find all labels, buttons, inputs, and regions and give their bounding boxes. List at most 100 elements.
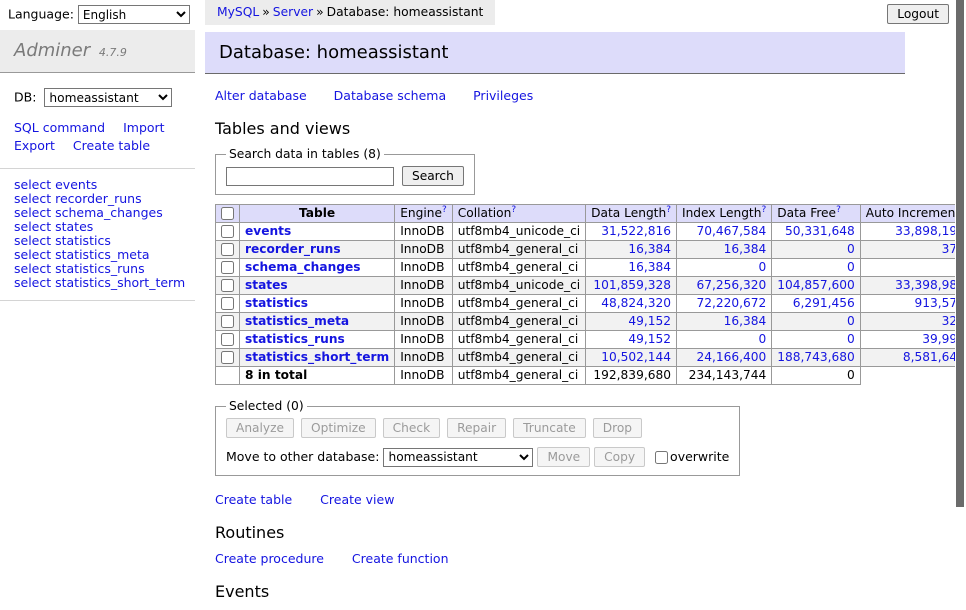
tables-table: TableEngine?Collation?Data Length?Index … <box>215 204 966 385</box>
breadcrumb-mysql-link[interactable]: MySQL <box>217 5 259 19</box>
table-name-link[interactable]: recorder_runs <box>245 242 341 256</box>
column-help-link[interactable]: ? <box>666 205 671 215</box>
data-length-link[interactable]: 16,384 <box>628 242 671 256</box>
index-length-link[interactable]: 67,256,320 <box>696 278 766 292</box>
index-length-link[interactable]: 70,467,584 <box>696 224 766 238</box>
copy-button[interactable]: Copy <box>594 447 645 467</box>
data-free-link[interactable]: 104,857,600 <box>777 278 855 292</box>
sidebar-item-select-states[interactable]: select states <box>14 220 181 234</box>
data-length-link[interactable]: 10,502,144 <box>601 350 671 364</box>
table-name-link[interactable]: statistics_runs <box>245 332 345 346</box>
data-length-link[interactable]: 48,824,320 <box>601 296 671 310</box>
table-name-link[interactable]: statistics_short_term <box>245 350 389 364</box>
row-checkbox[interactable] <box>221 261 234 274</box>
sidebar-item-create-table[interactable]: Create table <box>73 138 150 153</box>
db-select[interactable]: homeassistant <box>44 88 172 107</box>
data-length-link[interactable]: 31,522,816 <box>601 224 671 238</box>
overwrite-checkbox[interactable] <box>655 451 668 464</box>
row-checkbox[interactable] <box>221 333 234 346</box>
create-function-link[interactable]: Create function <box>352 551 449 566</box>
table-name-link[interactable]: statistics_meta <box>245 314 349 328</box>
data-free-link[interactable]: 0 <box>847 332 855 346</box>
sidebar-item-select-recorder-runs[interactable]: select recorder_runs <box>14 192 181 206</box>
data-length-link[interactable]: 16,384 <box>628 260 671 274</box>
data-free-link[interactable]: 6,291,456 <box>793 296 855 310</box>
index-length-link[interactable]: 24,166,400 <box>696 350 766 364</box>
column-header-label: Auto Increment <box>866 206 960 220</box>
analyze-button[interactable]: Analyze <box>226 418 294 438</box>
move-button[interactable]: Move <box>537 447 590 467</box>
breadcrumb: MySQL»Server»Database: homeassistant <box>205 0 495 25</box>
row-checkbox-cell <box>216 313 240 331</box>
sidebar-item-select-statistics[interactable]: select statistics <box>14 234 181 248</box>
create-view-link[interactable]: Create view <box>320 492 394 507</box>
breadcrumb-separator: » <box>316 5 324 19</box>
data-length-link[interactable]: 49,152 <box>628 314 671 328</box>
sidebar-item-select-schema-changes[interactable]: select schema_changes <box>14 206 181 220</box>
sidebar-item-sql-command[interactable]: SQL command <box>14 120 105 135</box>
search-button[interactable]: Search <box>402 166 464 186</box>
create-procedure-link[interactable]: Create procedure <box>215 551 324 566</box>
sidebar-item-select-statistics-runs[interactable]: select statistics_runs <box>14 262 181 276</box>
row-checkbox[interactable] <box>221 279 234 292</box>
language-select[interactable]: English <box>78 5 190 24</box>
engine-cell: InnoDB <box>395 295 453 313</box>
engine-cell: InnoDB <box>395 349 453 367</box>
select-all-checkbox[interactable] <box>221 207 234 220</box>
language-label: Language: <box>8 7 74 22</box>
row-checkbox[interactable] <box>221 297 234 310</box>
breadcrumb-server-link[interactable]: Server <box>273 5 313 19</box>
column-help-link[interactable]: ? <box>511 205 516 215</box>
create-table-link[interactable]: Create table <box>215 492 292 507</box>
alter-database-link[interactable]: Alter database <box>215 88 307 103</box>
move-database-select[interactable]: homeassistant <box>383 448 533 467</box>
table-name-link[interactable]: states <box>245 278 288 292</box>
logout-button[interactable]: Logout <box>887 4 949 24</box>
table-name-link[interactable]: events <box>245 224 291 238</box>
engine-cell: InnoDB <box>395 331 453 349</box>
drop-button[interactable]: Drop <box>593 418 642 438</box>
database-schema-link[interactable]: Database schema <box>334 88 446 103</box>
row-checkbox[interactable] <box>221 243 234 256</box>
row-checkbox[interactable] <box>221 315 234 328</box>
data-free-link[interactable]: 0 <box>847 260 855 274</box>
app-name: Adminer <box>14 40 90 61</box>
overwrite-label[interactable]: overwrite <box>655 449 729 464</box>
data-length-link[interactable]: 101,859,328 <box>593 278 671 292</box>
repair-button[interactable]: Repair <box>447 418 506 438</box>
data-free-link[interactable]: 50,331,648 <box>785 224 855 238</box>
index-length-link[interactable]: 16,384 <box>724 314 767 328</box>
vertical-scrollbar-thumb[interactable] <box>956 0 964 507</box>
data-free-link[interactable]: 188,743,680 <box>777 350 855 364</box>
total-engine-cell: InnoDB <box>395 367 453 385</box>
check-button[interactable]: Check <box>383 418 441 438</box>
column-help-link[interactable]: ? <box>761 205 766 215</box>
table-row: statistics_metaInnoDButf8mb4_general_ci4… <box>216 313 966 331</box>
search-input[interactable] <box>226 167 394 186</box>
sidebar-item-import[interactable]: Import <box>123 120 165 135</box>
row-checkbox-cell <box>216 259 240 277</box>
sidebar-item-export[interactable]: Export <box>14 138 55 153</box>
index-length-link[interactable]: 72,220,672 <box>696 296 766 310</box>
column-help-link[interactable]: ? <box>442 205 447 215</box>
truncate-button[interactable]: Truncate <box>513 418 586 438</box>
row-checkbox[interactable] <box>221 351 234 364</box>
sidebar-item-select-statistics-short-term[interactable]: select statistics_short_term <box>14 276 181 290</box>
table-name-link[interactable]: statistics <box>245 296 308 310</box>
optimize-button[interactable]: Optimize <box>301 418 376 438</box>
column-header-label: Engine <box>400 206 442 220</box>
data-length-link[interactable]: 49,152 <box>628 332 671 346</box>
engine-cell: InnoDB <box>395 313 453 331</box>
index-length-link[interactable]: 0 <box>758 260 766 274</box>
column-help-link[interactable]: ? <box>836 205 841 215</box>
table-create-links: Create table Create view <box>215 492 905 507</box>
row-checkbox[interactable] <box>221 225 234 238</box>
privileges-link[interactable]: Privileges <box>473 88 533 103</box>
index-length-link[interactable]: 16,384 <box>724 242 767 256</box>
sidebar-item-select-statistics-meta[interactable]: select statistics_meta <box>14 248 181 262</box>
sidebar-item-select-events[interactable]: select events <box>14 178 181 192</box>
data-free-link[interactable]: 0 <box>847 242 855 256</box>
data-free-link[interactable]: 0 <box>847 314 855 328</box>
table-name-link[interactable]: schema_changes <box>245 260 360 274</box>
index-length-link[interactable]: 0 <box>758 332 766 346</box>
